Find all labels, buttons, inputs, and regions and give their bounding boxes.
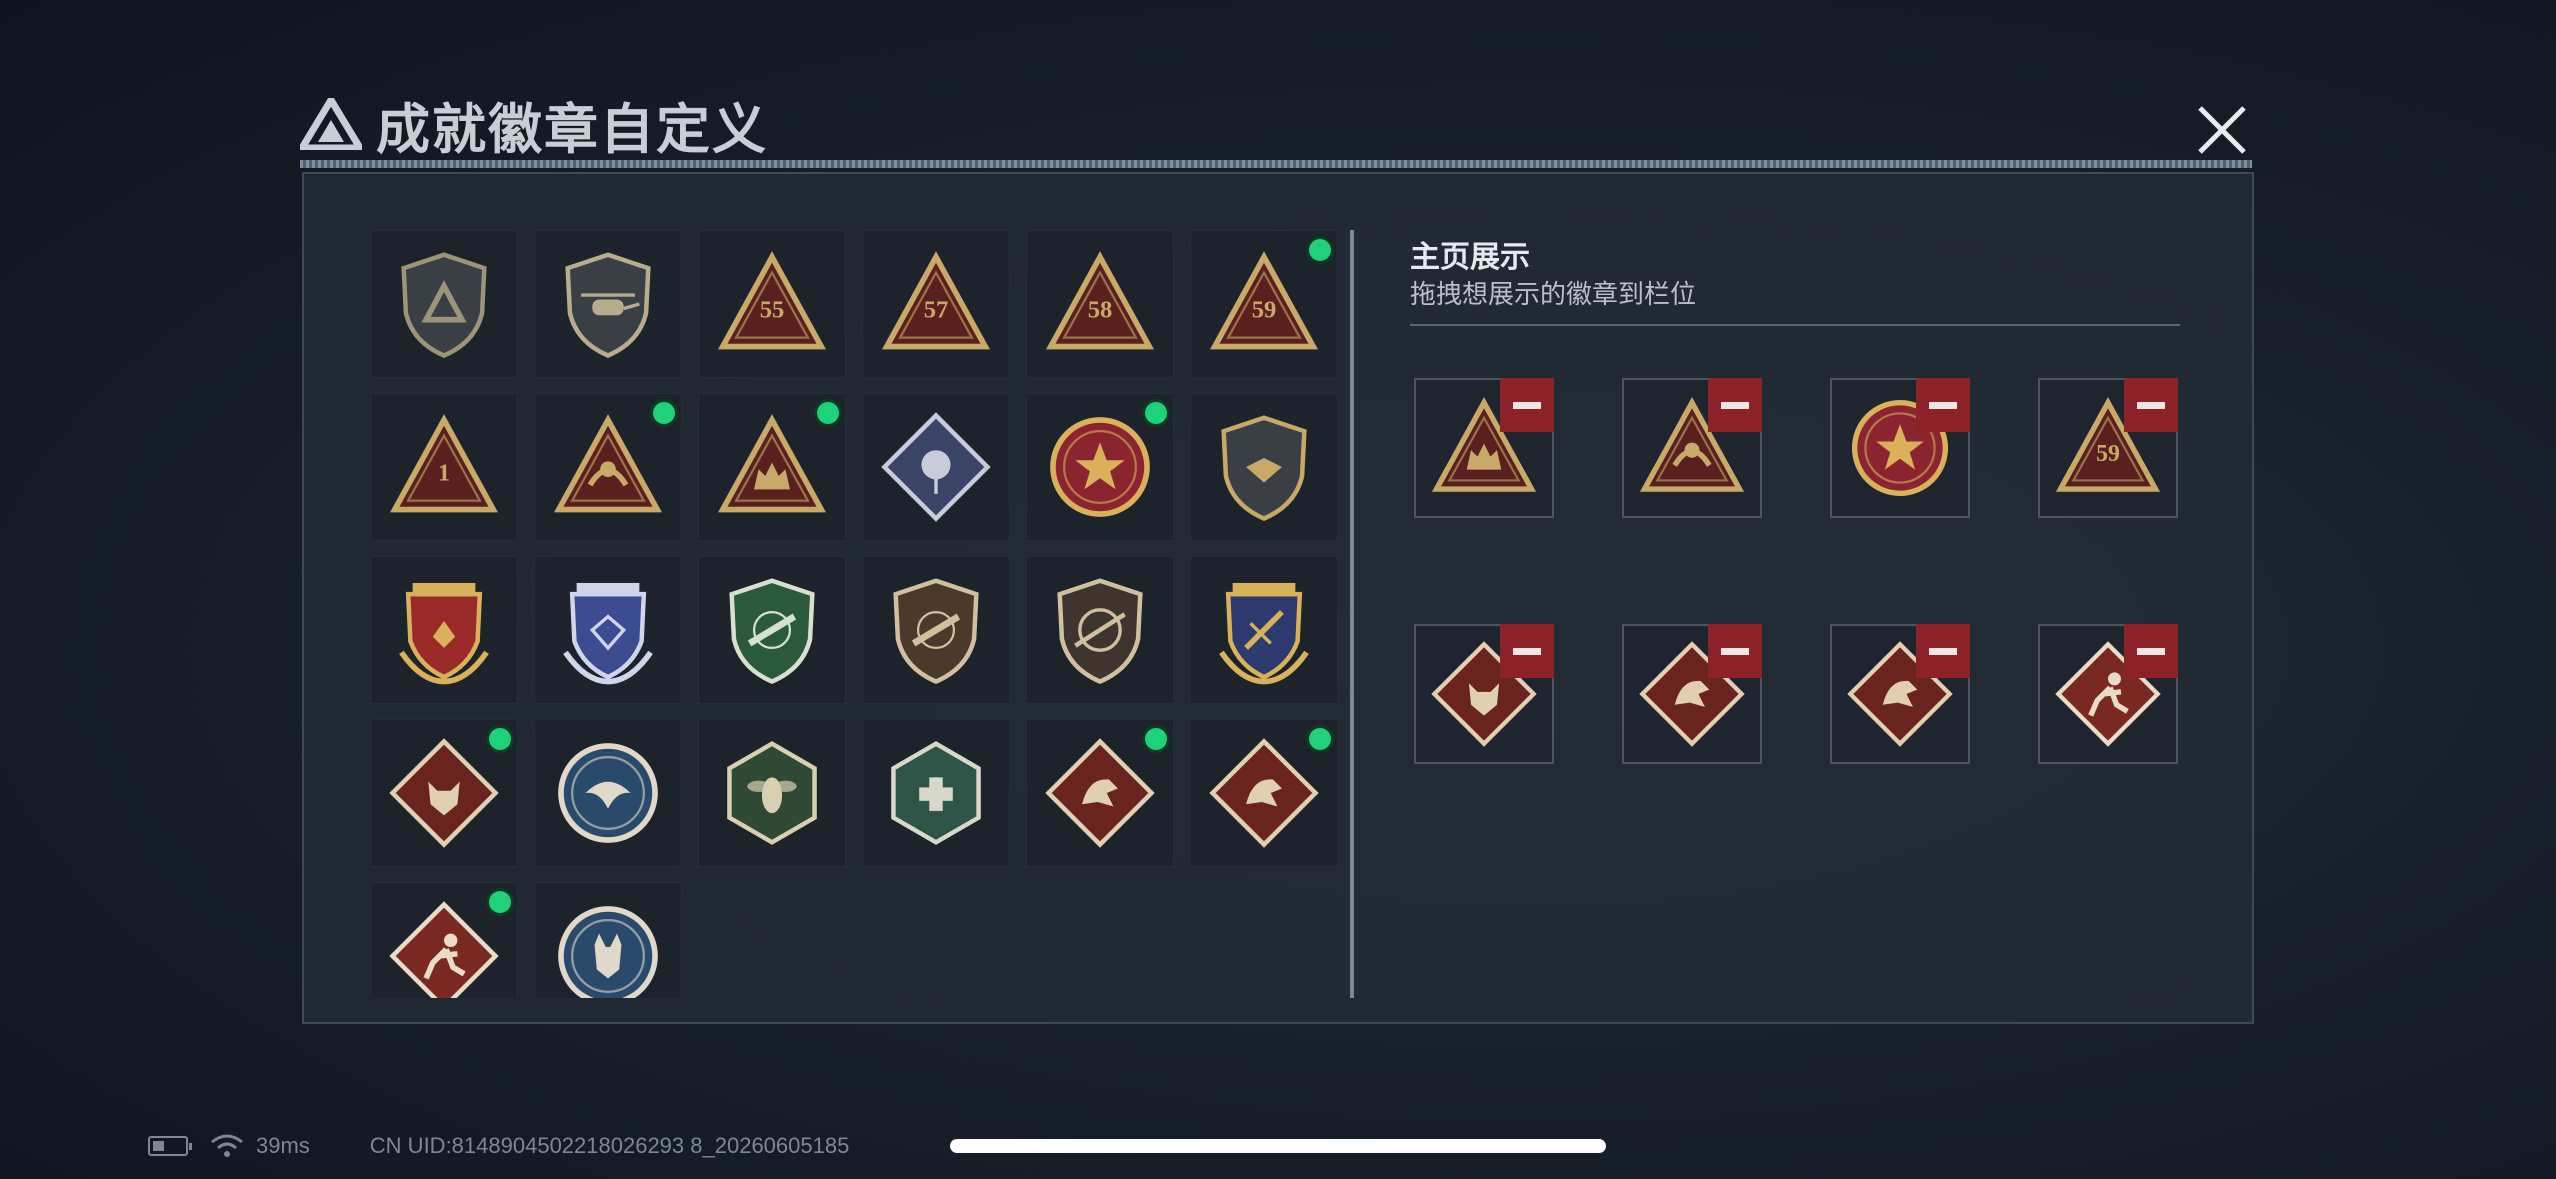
new-indicator-dot [489, 891, 511, 913]
badge-shield-logo-tile[interactable] [370, 230, 518, 378]
badge-eagle-tile[interactable] [534, 719, 682, 867]
svg-text:57: 57 [924, 296, 949, 323]
badge-medic-tile[interactable] [862, 719, 1010, 867]
battery-icon [148, 1136, 192, 1156]
minus-icon[interactable] [1708, 624, 1762, 678]
badge-blue-crest-tile[interactable] [534, 556, 682, 704]
badge-tri-hands-tile[interactable] [534, 393, 682, 541]
badge-dragon-a-icon [1045, 738, 1155, 848]
minus-icon[interactable] [1708, 378, 1762, 432]
badge-blue-gold-crest-tile[interactable] [1190, 556, 1338, 704]
badge-dragon-a-tile[interactable] [1026, 719, 1174, 867]
badge-green-rifle-icon [729, 578, 815, 684]
new-indicator-dot [1309, 239, 1331, 261]
svg-text:59: 59 [1252, 296, 1277, 323]
showcase-slot[interactable] [1830, 624, 1970, 764]
minus-icon[interactable] [1500, 624, 1554, 678]
badge-helicopter-tile[interactable] [534, 230, 682, 378]
badge-diamond-rose-tile[interactable] [862, 393, 1010, 541]
badge-helicopter-icon [565, 252, 651, 358]
badge-tri-57-icon: 57 [881, 251, 991, 350]
svg-text:55: 55 [760, 296, 785, 323]
minus-icon[interactable] [1916, 378, 1970, 432]
minus-icon[interactable] [1916, 624, 1970, 678]
badge-shield-logo-icon [401, 252, 487, 358]
new-indicator-dot [653, 402, 675, 424]
badge-wolf-icon [389, 738, 499, 848]
badge-green-rifle-tile[interactable] [698, 556, 846, 704]
badge-brown-sniper-icon [1057, 578, 1143, 684]
badge-eagle-icon [558, 743, 658, 843]
badge-brown-rifle-tile[interactable] [862, 556, 1010, 704]
close-icon[interactable] [2192, 100, 2252, 160]
showcase-slot[interactable] [1622, 378, 1762, 518]
badge-tri-58-tile[interactable]: 58 [1026, 230, 1174, 378]
ping-text: 39ms [256, 1133, 310, 1158]
badge-tri-57-tile[interactable]: 57 [862, 230, 1010, 378]
badge-dragon-b-tile[interactable] [1190, 719, 1338, 867]
badge-brown-rifle-icon [893, 578, 979, 684]
badge-tri-squad-icon [717, 414, 827, 513]
minus-icon[interactable] [2124, 378, 2178, 432]
badge-gold-crest-icon [399, 582, 489, 685]
game-logo-icon [300, 98, 362, 150]
svg-text:59: 59 [2096, 441, 2120, 467]
badge-star-round-tile[interactable] [1026, 393, 1174, 541]
badge-tri-squad-tile[interactable] [698, 393, 846, 541]
badge-tri-hands-icon [553, 414, 663, 513]
badge-tri-1-icon: 1 [389, 414, 499, 513]
badge-tri-55-icon: 55 [717, 251, 827, 350]
badge-wolf-tile[interactable] [370, 719, 518, 867]
new-indicator-dot [489, 728, 511, 750]
badge-lynx-icon [558, 906, 658, 998]
badge-diamond-rose-icon [881, 412, 991, 522]
badge-runner-tile[interactable] [370, 882, 518, 998]
badge-panel: 55 57 58 59 1 主页展示 拖拽想展示的徽章到栏位 59 [302, 172, 2254, 1024]
showcase-slot[interactable] [1414, 378, 1554, 518]
home-indicator[interactable] [950, 1139, 1606, 1153]
minus-icon[interactable] [2124, 624, 2178, 678]
new-indicator-dot [1145, 402, 1167, 424]
window-title: 成就徽章自定义 [376, 99, 768, 160]
showcase-slot[interactable]: 59 [2038, 378, 2178, 518]
svg-text:58: 58 [1088, 296, 1113, 323]
new-indicator-dot [1309, 728, 1331, 750]
badge-brown-sniper-tile[interactable] [1026, 556, 1174, 704]
wifi-icon [211, 1134, 243, 1157]
badge-tri-59-icon: 59 [1209, 251, 1319, 350]
badge-hornet-icon [727, 741, 817, 845]
badge-tri-58-icon: 58 [1045, 251, 1155, 350]
window-header: 成就徽章自定义 [300, 88, 768, 160]
badge-grid[interactable]: 55 57 58 59 1 [370, 230, 1340, 998]
svg-text:1: 1 [438, 459, 450, 486]
showcase-slot[interactable] [2038, 624, 2178, 764]
showcase-subtitle: 拖拽想展示的徽章到栏位 [1410, 279, 1697, 309]
showcase-slot[interactable] [1414, 624, 1554, 764]
badge-lynx-tile[interactable] [534, 882, 682, 998]
badge-tri-1-tile[interactable]: 1 [370, 393, 518, 541]
badge-blue-crest-icon [563, 582, 653, 685]
uid-text: CN UID:8148904502218026293 8_20260605185 [369, 1133, 850, 1158]
badge-runner-icon [389, 901, 499, 998]
badge-shield-wing-tile[interactable] [1190, 393, 1338, 541]
badge-hornet-tile[interactable] [698, 719, 846, 867]
badge-blue-gold-crest-icon [1219, 582, 1309, 685]
badge-star-round-icon [1050, 417, 1150, 517]
badge-medic-icon [891, 741, 981, 845]
minus-icon[interactable] [1500, 378, 1554, 432]
badge-tri-55-tile[interactable]: 55 [698, 230, 846, 378]
new-indicator-dot [1145, 728, 1167, 750]
showcase-slot[interactable] [1622, 624, 1762, 764]
badge-tri-59-tile[interactable]: 59 [1190, 230, 1338, 378]
badge-shield-wing-icon [1221, 415, 1307, 521]
badge-gold-crest-tile[interactable] [370, 556, 518, 704]
status-bar: 39ms CN UID:8148904502218026293 8_202606… [148, 1130, 849, 1162]
badge-dragon-b-icon [1209, 738, 1319, 848]
grid-scrollbar[interactable] [1350, 230, 1354, 998]
showcase-divider [1410, 324, 2180, 326]
new-indicator-dot [817, 402, 839, 424]
header-divider [300, 160, 2252, 168]
showcase-title: 主页展示 [1410, 241, 1530, 274]
showcase-slot[interactable] [1830, 378, 1970, 518]
